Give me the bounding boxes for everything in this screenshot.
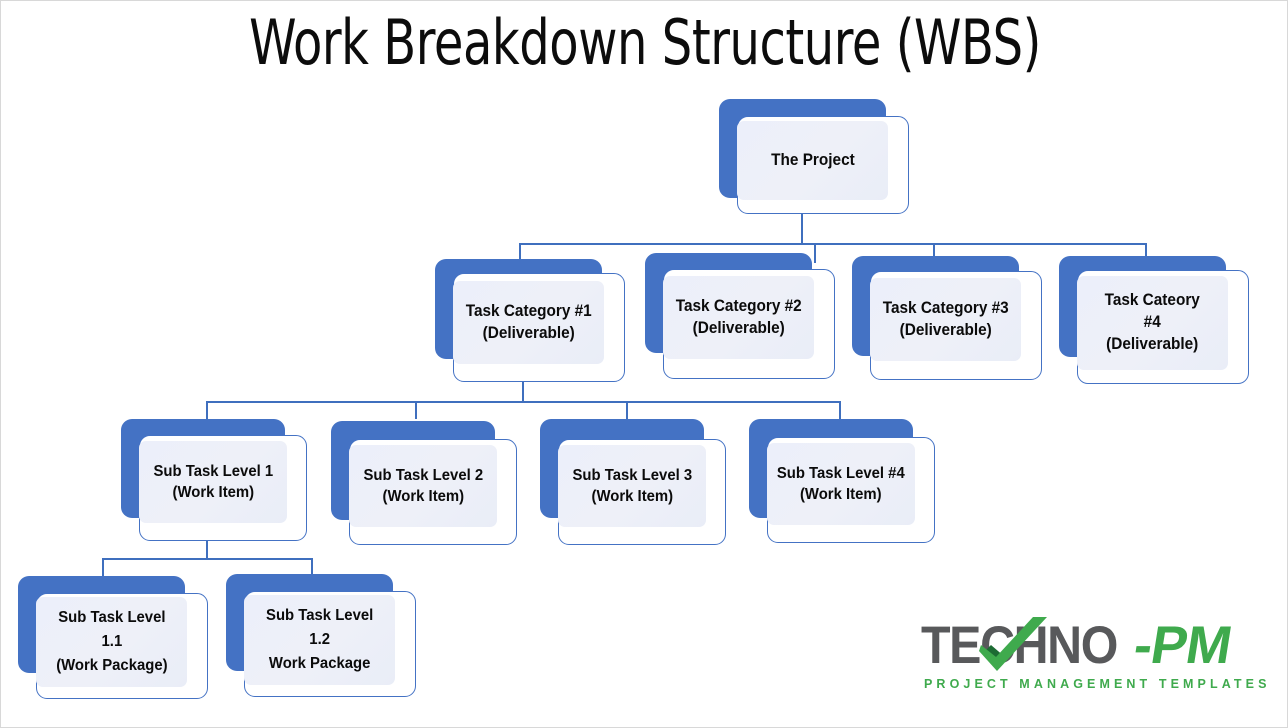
- node-panel: Task Category #1 (Deliverable): [453, 281, 604, 364]
- wbs-page: Work Breakdown Structure (WBS) The Proje…: [0, 0, 1288, 728]
- wbs-node-sub4[interactable]: Sub Task Level #4 (Work Item): [749, 419, 935, 543]
- wbs-node-label: Sub Task Level 1.1 (Work Package): [55, 609, 168, 674]
- wbs-node-cat4[interactable]: Task Cateory #4 (Deliverable): [1059, 256, 1249, 384]
- connector-level2-bus: [206, 401, 840, 403]
- wbs-node-label: Sub Task Level #4 (Work Item): [777, 464, 905, 503]
- connector-drop-sub4: [839, 401, 841, 419]
- wbs-node-cat1[interactable]: Task Category #1 (Deliverable): [435, 259, 625, 383]
- wbs-node-cat2[interactable]: Task Category #2 (Deliverable): [645, 253, 835, 379]
- wbs-node-wp12[interactable]: Sub Task Level 1.2 Work Package: [226, 574, 416, 697]
- page-title: Work Breakdown Structure (WBS): [249, 6, 1041, 79]
- connector-drop-sub1: [206, 401, 208, 419]
- node-panel: Task Cateory #4 (Deliverable): [1077, 276, 1228, 370]
- wbs-node-label: Sub Task Level 3 (Work Item): [572, 466, 692, 505]
- wbs-node-label: The Project: [770, 150, 855, 169]
- wbs-node-sub3[interactable]: Sub Task Level 3 (Work Item): [540, 419, 726, 545]
- wbs-node-label: Sub Task Level 2 (Work Item): [363, 466, 483, 505]
- node-panel: The Project: [737, 121, 888, 200]
- connector-drop-sub2: [415, 401, 417, 419]
- node-panel: Sub Task Level 1.2 Work Package: [244, 595, 395, 685]
- wbs-node-label: Task Category #1 (Deliverable): [465, 301, 592, 342]
- wbs-node-label: Task Category #3 (Deliverable): [882, 298, 1009, 339]
- wbs-node-sub1[interactable]: Sub Task Level 1 (Work Item): [121, 419, 307, 541]
- wbs-node-cat3[interactable]: Task Category #3 (Deliverable): [852, 256, 1042, 380]
- logo-text-dash-pm: -PM: [1130, 617, 1235, 673]
- wbs-node-root[interactable]: The Project: [719, 99, 909, 214]
- wbs-node-label: Task Category #2 (Deliverable): [675, 296, 802, 337]
- wbs-node-label: Sub Task Level 1 (Work Item): [153, 462, 273, 501]
- node-panel: Sub Task Level 3 (Work Item): [558, 445, 706, 527]
- node-panel: Task Category #3 (Deliverable): [870, 278, 1021, 361]
- wbs-node-label: Task Cateory #4 (Deliverable): [1104, 291, 1201, 353]
- connector-drop-wp11: [102, 558, 104, 578]
- node-panel: Sub Task Level 1.1 (Work Package): [36, 597, 187, 687]
- connector-level1-bus: [519, 243, 1146, 245]
- node-panel: Task Category #2 (Deliverable): [663, 276, 814, 359]
- logo-tagline: PROJECT MANAGEMENT TEMPLATES: [924, 677, 1271, 691]
- logo-wordmark: TECHNO -PM: [921, 617, 1235, 673]
- wbs-node-sub2[interactable]: Sub Task Level 2 (Work Item): [331, 421, 517, 545]
- node-panel: Sub Task Level 1 (Work Item): [139, 441, 287, 523]
- node-panel: Sub Task Level #4 (Work Item): [767, 443, 915, 525]
- connector-drop-sub3: [626, 401, 628, 419]
- node-panel: Sub Task Level 2 (Work Item): [349, 445, 497, 527]
- wbs-node-wp11[interactable]: Sub Task Level 1.1 (Work Package): [18, 576, 208, 699]
- connector-level3-bus: [102, 558, 312, 560]
- wbs-node-label: Sub Task Level 1.2 Work Package: [265, 607, 374, 672]
- techno-pm-logo: TECHNO -PM PROJECT MANAGEMENT TEMPLATES: [921, 617, 1271, 701]
